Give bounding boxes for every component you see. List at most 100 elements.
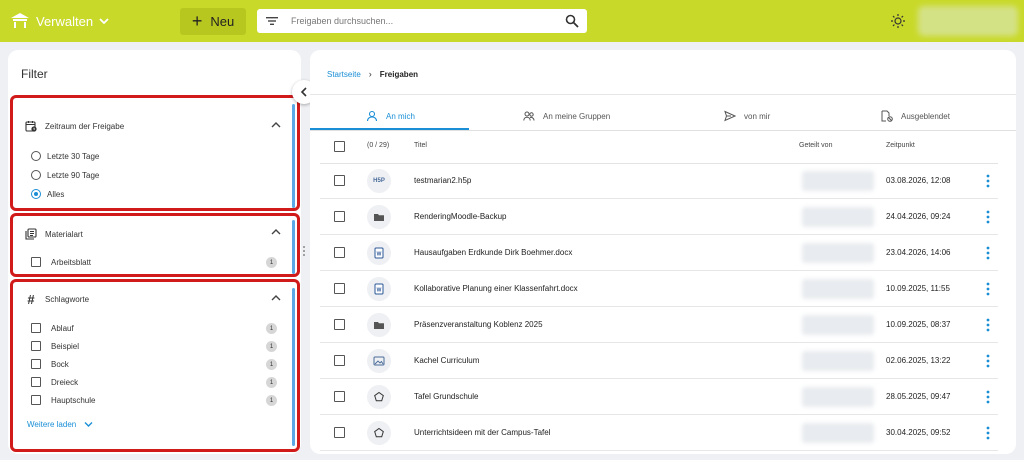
hashtag-icon: # xyxy=(27,292,35,307)
row-checkbox[interactable] xyxy=(334,283,345,294)
row-title[interactable]: Tafel Grundschule xyxy=(414,392,478,401)
more-vert-icon[interactable] xyxy=(986,354,990,368)
new-button[interactable]: + Neu xyxy=(180,8,246,35)
manage-menu[interactable]: Verwalten xyxy=(10,9,109,33)
checkbox-arbeitsblatt[interactable]: Arbeitsblatt xyxy=(31,257,91,267)
send-icon xyxy=(724,110,736,122)
row-checkbox[interactable] xyxy=(334,319,345,330)
checkbox-dreieck[interactable]: Dreieck xyxy=(31,377,78,387)
radio-label: Alles xyxy=(47,189,65,199)
row-title[interactable]: Unterrichtsideen mit der Campus-Tafel xyxy=(414,428,551,437)
radio-last-30-days[interactable]: Letzte 30 Tage xyxy=(31,151,99,161)
radio-all[interactable]: Alles xyxy=(31,189,64,199)
scrollbar[interactable] xyxy=(292,104,295,208)
chevron-up-icon[interactable] xyxy=(271,228,281,236)
row-title[interactable]: Hausaufgaben Erdkunde Dirk Boehmer.docx xyxy=(414,248,572,257)
calendar-clock-icon xyxy=(25,121,37,132)
row-title[interactable]: Kollaborative Planung einer Klassenfahrt… xyxy=(414,284,578,293)
scrollbar[interactable] xyxy=(292,220,295,274)
more-vert-icon[interactable] xyxy=(986,282,990,296)
radio-button-selected[interactable] xyxy=(31,189,41,199)
count-badge: 1 xyxy=(266,341,277,352)
column-header-title[interactable]: Titel xyxy=(414,142,427,149)
row-checkbox[interactable] xyxy=(334,391,345,402)
filter-lines-icon[interactable] xyxy=(266,16,278,26)
table-row[interactable]: RenderingMoodle-Backup 24.04.2026, 09:24 xyxy=(320,199,998,235)
tab-to-my-groups[interactable]: An meine Gruppen xyxy=(523,102,610,130)
scrollbar[interactable] xyxy=(292,288,295,446)
search-input[interactable]: Freigaben durchsuchen... xyxy=(291,16,565,26)
table-row[interactable]: Tafel Grundschule 28.05.2025, 09:47 xyxy=(320,379,998,415)
breadcrumb: Startseite › Freigaben xyxy=(327,69,418,79)
select-all-checkbox[interactable] xyxy=(334,141,345,152)
more-vert-icon[interactable] xyxy=(986,210,990,224)
document-stack-icon xyxy=(25,228,37,240)
shared-by-avatar xyxy=(802,243,874,263)
column-header-time[interactable]: Zeitpunkt xyxy=(886,142,915,149)
load-more-button[interactable]: Weitere laden xyxy=(27,420,93,429)
tags-filter-heading: Schlagworte xyxy=(45,295,90,304)
shares-panel: Startseite › Freigaben An mich An meine … xyxy=(310,50,1016,454)
group-icon xyxy=(523,111,535,121)
more-vert-icon[interactable] xyxy=(986,174,990,188)
checkbox-bock[interactable]: Bock xyxy=(31,359,69,369)
chevron-up-icon[interactable] xyxy=(271,121,281,129)
breadcrumb-home-link[interactable]: Startseite xyxy=(327,70,361,79)
checkbox[interactable] xyxy=(31,377,41,387)
column-header-shared-by[interactable]: Geteilt von xyxy=(799,142,832,149)
search-field[interactable]: Freigaben durchsuchen... xyxy=(257,9,587,33)
radio-button[interactable] xyxy=(31,151,41,161)
row-title[interactable]: testmarian2.h5p xyxy=(414,176,471,185)
checkbox[interactable] xyxy=(31,257,41,267)
table-row[interactable]: H5P testmarian2.h5p 03.08.2026, 12:08 xyxy=(320,163,998,199)
user-menu[interactable] xyxy=(918,6,1018,36)
checkbox-beispiel[interactable]: Beispiel xyxy=(31,341,79,351)
checkbox-ablauf[interactable]: Ablauf xyxy=(31,323,74,333)
user-icon xyxy=(366,110,378,122)
selection-count: (0 / 29) xyxy=(367,142,390,149)
table-row[interactable]: W Hausaufgaben Erdkunde Dirk Boehmer.doc… xyxy=(320,235,998,271)
chevron-down-icon xyxy=(99,18,109,25)
row-checkbox[interactable] xyxy=(334,211,345,222)
table-row[interactable]: Kachel Curriculum 02.06.2025, 13:22 xyxy=(320,343,998,379)
theme-toggle-icon[interactable] xyxy=(890,13,906,29)
row-time: 03.08.2026, 12:08 xyxy=(886,176,951,185)
folder-icon xyxy=(367,205,391,229)
row-checkbox[interactable] xyxy=(334,427,345,438)
material-filter-header[interactable]: Materialart xyxy=(25,228,83,240)
checkbox[interactable] xyxy=(31,323,41,333)
board-icon xyxy=(367,421,391,445)
tab-to-me[interactable]: An mich xyxy=(366,102,415,130)
radio-last-90-days[interactable]: Letzte 90 Tage xyxy=(31,170,99,180)
more-vert-icon[interactable] xyxy=(986,318,990,332)
checkbox-hauptschule[interactable]: Hauptschule xyxy=(31,395,95,405)
checkbox[interactable] xyxy=(31,359,41,369)
tab-from-me[interactable]: von mir xyxy=(724,102,770,130)
more-vert-icon[interactable] xyxy=(986,426,990,440)
checkbox[interactable] xyxy=(31,395,41,405)
radio-button[interactable] xyxy=(31,170,41,180)
more-vert-icon[interactable] xyxy=(986,246,990,260)
period-filter-header[interactable]: Zeitraum der Freigabe xyxy=(25,120,124,132)
more-vert-icon[interactable] xyxy=(986,390,990,404)
search-icon[interactable] xyxy=(565,14,579,28)
table-row[interactable]: W Kollaborative Planung einer Klassenfah… xyxy=(320,271,998,307)
chevron-up-icon[interactable] xyxy=(271,294,281,302)
table-row[interactable]: Präsenzveranstaltung Koblenz 2025 10.09.… xyxy=(320,307,998,343)
resize-handle-icon[interactable] xyxy=(302,245,306,257)
row-title[interactable]: RenderingMoodle-Backup xyxy=(414,212,507,221)
row-checkbox[interactable] xyxy=(334,247,345,258)
svg-text:W: W xyxy=(377,252,382,258)
tags-filter-header[interactable]: # Schlagworte xyxy=(25,292,89,307)
radio-label: Letzte 30 Tage xyxy=(47,151,100,161)
table-row[interactable]: Unterrichtsideen mit der Campus-Tafel 30… xyxy=(320,415,998,451)
tab-hidden[interactable]: Ausgeblendet xyxy=(881,102,950,130)
row-time: 28.05.2025, 09:47 xyxy=(886,392,951,401)
checkbox[interactable] xyxy=(31,341,41,351)
row-title[interactable]: Kachel Curriculum xyxy=(414,356,479,365)
row-title[interactable]: Präsenzveranstaltung Koblenz 2025 xyxy=(414,320,543,329)
row-checkbox[interactable] xyxy=(334,355,345,366)
tags-filter-section: # Schlagworte Ablauf 1 Beispiel 1 Bock 1… xyxy=(10,279,300,452)
row-checkbox[interactable] xyxy=(334,175,345,186)
shared-by-avatar xyxy=(802,423,874,443)
